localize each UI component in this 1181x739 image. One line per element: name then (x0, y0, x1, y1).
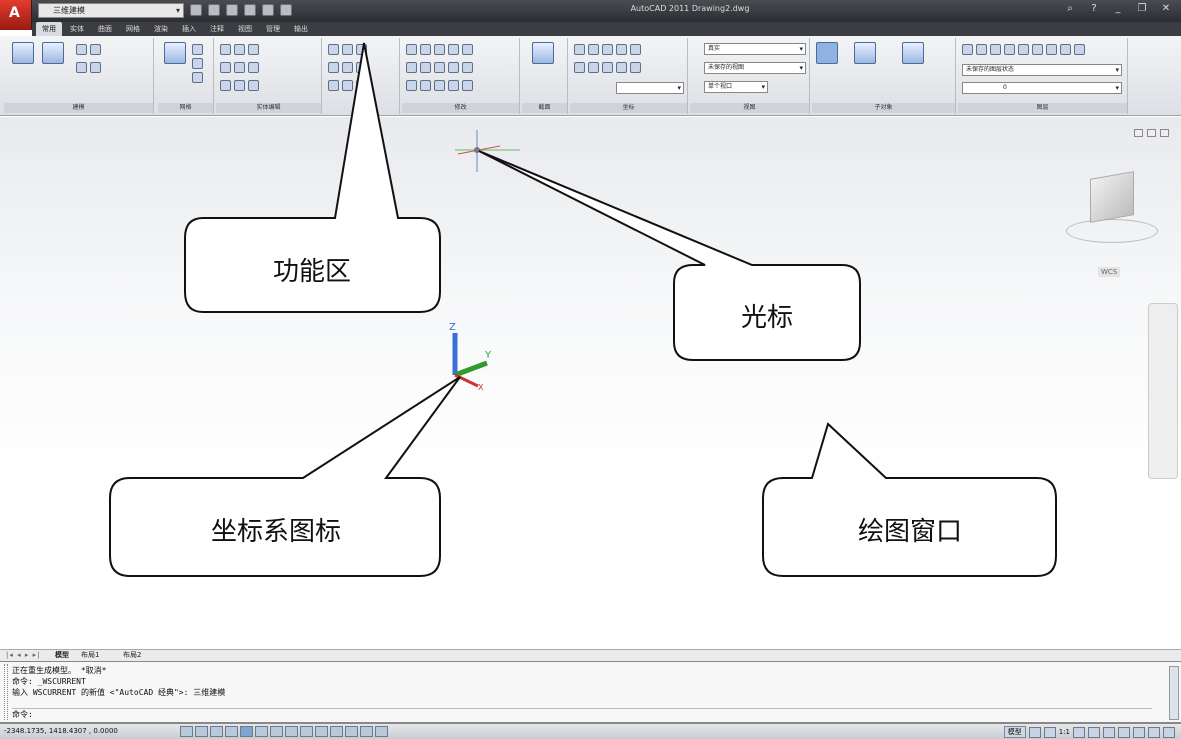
callout-ribbon-text: 功能区 (273, 257, 351, 287)
tab-layout2[interactable]: 布局2 (120, 650, 144, 661)
model-space-button[interactable]: 模型 (1003, 726, 1026, 738)
grid-display-icon[interactable] (210, 726, 223, 737)
coordinate-readout[interactable]: -2348.1735, 1418.4307 , 0.0000 (4, 727, 118, 735)
isolate-objects-icon[interactable] (1148, 726, 1160, 738)
status-bar: -2348.1735, 1418.4307 , 0.0000 模型 1:1 (0, 723, 1181, 739)
callout-cursor-text: 光标 (741, 303, 793, 333)
clean-screen-icon[interactable] (1163, 726, 1175, 738)
workspace-switching-icon[interactable] (1103, 726, 1115, 738)
tab-layout1[interactable]: 布局1 (78, 650, 102, 661)
object-snap-tracking-icon[interactable] (285, 726, 298, 737)
hardware-acceleration-icon[interactable] (1133, 726, 1145, 738)
polar-tracking-icon[interactable] (240, 726, 253, 737)
ucs-y-label: Y (484, 350, 492, 361)
quick-properties-icon[interactable] (360, 726, 373, 737)
command-scrollbar[interactable] (1169, 666, 1179, 720)
callout-ucs: 坐标系图标 (109, 376, 461, 577)
quick-view-drawings-icon[interactable] (1043, 726, 1056, 738)
command-history-line: 正在重生成模型。 *取消* (12, 666, 107, 675)
callout-ucs-text: 坐标系图标 (211, 517, 341, 547)
command-window: 正在重生成模型。 *取消* 命令: _WSCURRENT 输入 WSCURREN… (0, 661, 1181, 723)
command-window-grip[interactable] (4, 664, 8, 720)
annotation-scale[interactable]: 1:1 (1059, 728, 1070, 736)
dynamic-ucs-icon[interactable] (300, 726, 313, 737)
ortho-mode-icon[interactable] (225, 726, 238, 737)
annotation-overlay: Z Y X 功能区 光标 坐标系图标 绘图窗口 (109, 42, 1057, 577)
transparency-icon[interactable] (345, 726, 358, 737)
quick-view-layouts-icon[interactable] (1028, 726, 1041, 738)
lock-icon[interactable] (1118, 726, 1130, 738)
annotation-visibility-icon[interactable] (1073, 726, 1085, 738)
layout-tabs: |◂ ◂ ▸ ▸| 模型 布局1 布局2 (0, 649, 1181, 661)
status-right-tools: 模型 1:1 (1003, 726, 1175, 738)
selection-cycling-icon[interactable] (375, 726, 388, 737)
drafting-toggles (180, 726, 388, 737)
callout-ribbon: 功能区 (184, 42, 441, 313)
tab-model[interactable]: 模型 (52, 650, 72, 661)
lineweight-icon[interactable] (330, 726, 343, 737)
callout-drawing-window: 绘图窗口 (762, 422, 1057, 577)
3d-object-snap-icon[interactable] (270, 726, 283, 737)
autocad-window: A 三维建模 AutoCAD 2011 Drawing2.dwg ⌕ ? _ ❐… (0, 0, 1181, 739)
infer-constraints-icon[interactable] (180, 726, 193, 737)
auto-scale-icon[interactable] (1088, 726, 1100, 738)
ucs-z-label: Z (449, 322, 456, 333)
object-snap-icon[interactable] (255, 726, 268, 737)
layout-nav-arrows-icon[interactable]: |◂ ◂ ▸ ▸| (6, 651, 40, 659)
dynamic-input-icon[interactable] (315, 726, 328, 737)
command-history: 正在重生成模型。 *取消* 命令: _WSCURRENT 输入 WSCURREN… (12, 665, 225, 698)
callout-cursor: 光标 (478, 150, 861, 361)
command-history-line: 命令: _WSCURRENT (12, 677, 86, 686)
callout-drawing-window-text: 绘图窗口 (858, 517, 962, 547)
snap-mode-icon[interactable] (195, 726, 208, 737)
ucs-x-label: X (478, 383, 484, 392)
command-history-line: 输入 WSCURRENT 的新值 <"AutoCAD 经典">: 三维建模 (12, 688, 226, 697)
command-input[interactable]: 命令: (12, 708, 1152, 720)
